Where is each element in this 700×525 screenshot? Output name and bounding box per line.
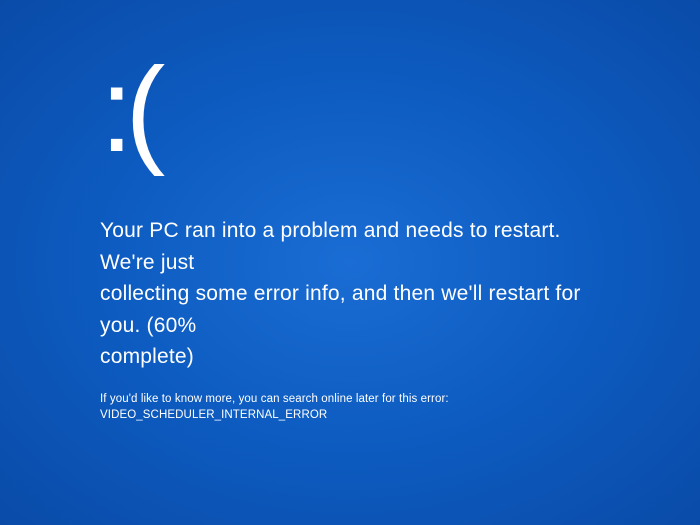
error-message: Your PC ran into a problem and needs to …	[100, 215, 610, 373]
bsod-container: :( Your PC ran into a problem and needs …	[0, 0, 700, 423]
help-text: If you'd like to know more, you can sear…	[100, 391, 610, 423]
error-message-line1: Your PC ran into a problem and needs to …	[100, 219, 561, 274]
error-message-line3: complete)	[100, 345, 194, 368]
error-message-line2: collecting some error info, and then we'…	[100, 282, 581, 337]
sad-face-emoticon: :(	[100, 50, 610, 170]
